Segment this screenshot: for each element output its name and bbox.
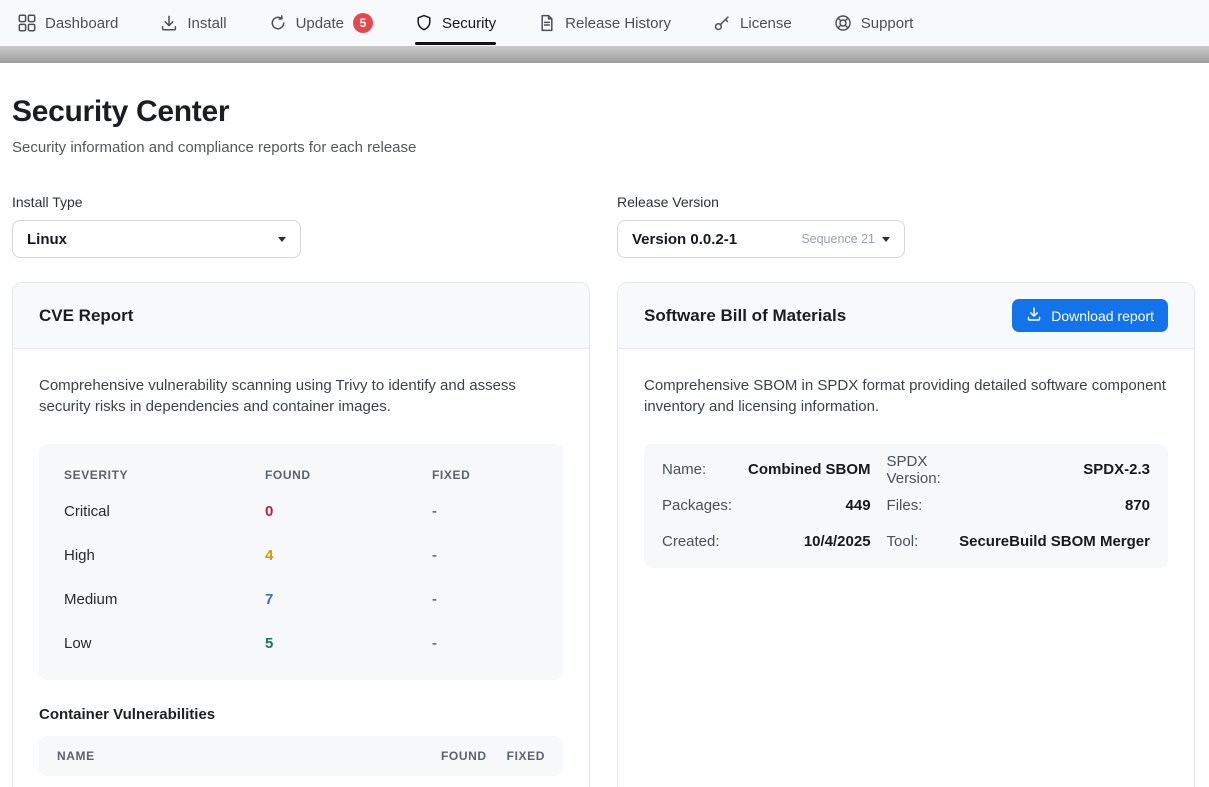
refresh-icon	[269, 14, 287, 32]
cve-card-body: Comprehensive vulnerability scanning usi…	[13, 349, 589, 787]
nav-item-install[interactable]: Install	[160, 0, 226, 46]
nav-label: License	[740, 15, 792, 32]
high-found-count: 4	[265, 547, 432, 564]
severity-table-header: SEVERITY FOUND FIXED	[64, 460, 538, 490]
sbom-files-value: 870	[959, 488, 1150, 524]
sbom-spdx-version-label: SPDX Version:	[887, 452, 944, 488]
release-version-value: Version 0.0.2-1	[632, 231, 737, 248]
table-row-critical: Critical 0 -	[64, 490, 538, 534]
medium-found-count: 7	[265, 591, 432, 608]
cards-row: CVE Report Comprehensive vulnerability s…	[12, 282, 1195, 787]
sbom-card-title: Software Bill of Materials	[644, 306, 846, 326]
col-found: FOUND	[265, 468, 432, 482]
col-severity: SEVERITY	[64, 468, 265, 482]
sbom-name-label: Name:	[662, 452, 732, 488]
nav-item-release-history[interactable]: Release History	[538, 0, 671, 46]
cve-card-header: CVE Report	[13, 283, 589, 349]
sbom-card: Software Bill of Materials Download repo…	[617, 282, 1195, 787]
chevron-down-icon	[882, 237, 890, 242]
sbom-details-grid: Name: Combined SBOM SPDX Version: SPDX-2…	[644, 444, 1168, 568]
sbom-description: Comprehensive SBOM in SPDX format provid…	[644, 375, 1168, 418]
sbom-tool-value: SecureBuild SBOM Merger	[959, 524, 1150, 560]
shield-icon	[415, 14, 433, 32]
key-icon	[713, 14, 731, 32]
release-version-select[interactable]: Version 0.0.2-1 Sequence 21	[617, 220, 905, 258]
nav-label: Support	[861, 15, 914, 32]
cve-card-title: CVE Report	[39, 306, 133, 326]
page-subtitle: Security information and compliance repo…	[12, 139, 1195, 156]
container-vulnerabilities-title: Container Vulnerabilities	[39, 706, 563, 723]
sbom-created-value: 10/4/2025	[748, 524, 871, 560]
nav-item-update[interactable]: Update 5	[269, 0, 373, 46]
nav-label: Security	[442, 15, 496, 32]
nav-item-dashboard[interactable]: Dashboard	[18, 0, 118, 46]
low-found-count: 5	[265, 635, 432, 652]
install-type-label: Install Type	[12, 194, 590, 210]
nav-item-license[interactable]: License	[713, 0, 792, 46]
page-title: Security Center	[12, 95, 1195, 129]
container-table-header: NAME FOUND FIXED	[39, 736, 563, 776]
cve-description: Comprehensive vulnerability scanning usi…	[39, 375, 563, 418]
download-report-label: Download report	[1051, 308, 1154, 324]
sbom-tool-label: Tool:	[887, 524, 944, 560]
sbom-card-header: Software Bill of Materials Download repo…	[618, 283, 1194, 349]
nav-label: Dashboard	[45, 15, 118, 32]
download-icon	[1026, 306, 1042, 325]
table-row-high: High 4 -	[64, 534, 538, 578]
download-icon	[160, 14, 178, 32]
sbom-card-body: Comprehensive SBOM in SPDX format provid…	[618, 349, 1194, 594]
sbom-name-value: Combined SBOM	[748, 452, 871, 488]
nav-label: Update	[296, 15, 344, 32]
page-content: Security Center Security information and…	[0, 95, 1209, 787]
critical-found-count: 0	[265, 503, 432, 520]
filters-row: Install Type Linux Release Version Versi…	[12, 194, 1195, 258]
lifebuoy-icon	[834, 14, 852, 32]
cve-report-card: CVE Report Comprehensive vulnerability s…	[12, 282, 590, 787]
table-row-low: Low 5 -	[64, 622, 538, 666]
sbom-packages-label: Packages:	[662, 488, 732, 524]
sequence-label: Sequence 21	[801, 232, 875, 246]
top-navigation: Dashboard Install Update 5 Security	[0, 0, 1209, 46]
col-fixed: FIXED	[507, 749, 545, 763]
nav-shadow-divider	[0, 46, 1209, 63]
col-found: FOUND	[441, 749, 487, 763]
file-text-icon	[538, 14, 556, 32]
install-type-filter: Install Type Linux	[12, 194, 590, 258]
update-count-badge: 5	[353, 13, 373, 33]
sbom-packages-value: 449	[748, 488, 871, 524]
col-fixed: FIXED	[432, 468, 538, 482]
install-type-select[interactable]: Linux	[12, 220, 301, 258]
nav-label: Release History	[565, 15, 671, 32]
sbom-created-label: Created:	[662, 524, 732, 560]
dashboard-grid-icon	[18, 14, 36, 32]
chevron-down-icon	[278, 237, 286, 242]
nav-label: Install	[187, 15, 226, 32]
severity-table: SEVERITY FOUND FIXED Critical 0 - High 4…	[39, 444, 563, 680]
release-version-filter: Release Version Version 0.0.2-1 Sequence…	[617, 194, 1195, 258]
col-name: NAME	[57, 749, 441, 763]
nav-item-support[interactable]: Support	[834, 0, 914, 46]
nav-item-security[interactable]: Security	[415, 0, 496, 46]
release-version-label: Release Version	[617, 194, 1195, 210]
table-row-medium: Medium 7 -	[64, 578, 538, 622]
sbom-files-label: Files:	[887, 488, 944, 524]
sbom-spdx-version-value: SPDX-2.3	[959, 452, 1150, 488]
download-report-button[interactable]: Download report	[1012, 299, 1168, 332]
install-type-value: Linux	[27, 231, 67, 248]
